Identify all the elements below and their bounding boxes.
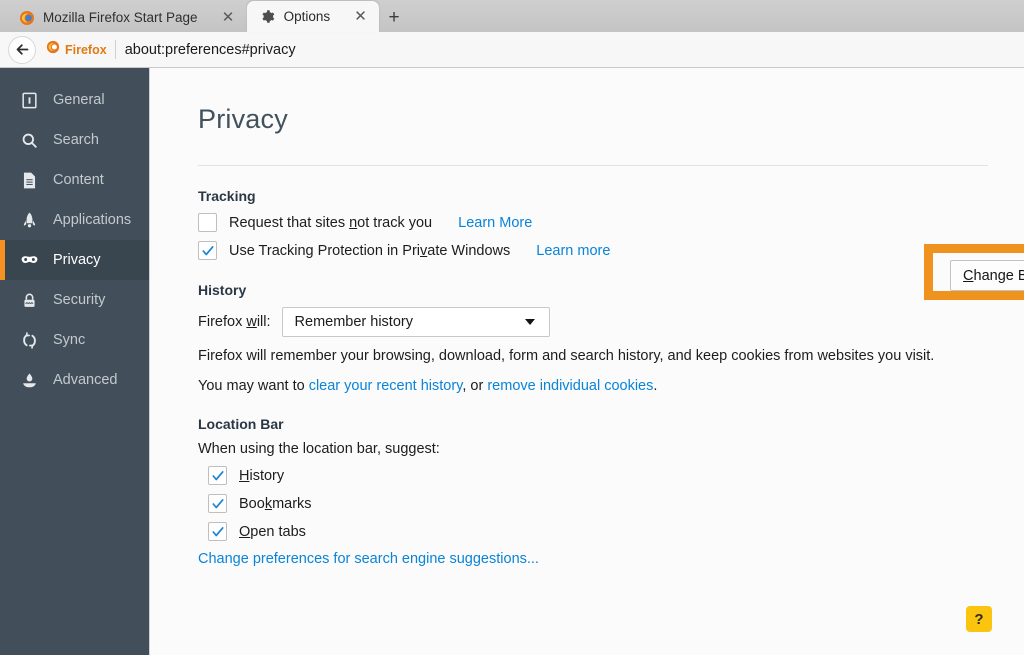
change-block-list-button[interactable]: Change Block List <box>950 260 1024 291</box>
access-key: O <box>239 523 251 540</box>
tab-strip: Mozilla Firefox Start Page ✕ Options ✕ + <box>0 0 1024 32</box>
general-icon <box>18 89 40 111</box>
dnt-row: Request that sites not track you Learn M… <box>198 213 988 232</box>
navigation-bar: Firefox about:preferences#privacy <box>0 32 1024 68</box>
tracking-protection-learn-more-link[interactable]: Learn more <box>536 243 610 259</box>
close-icon[interactable]: ✕ <box>220 9 237 26</box>
sidebar-item-label: Advanced <box>53 372 118 388</box>
tab-start-page[interactable]: Mozilla Firefox Start Page ✕ <box>6 3 247 32</box>
search-icon <box>18 129 40 151</box>
preferences-content: Privacy Tracking Request that sites not … <box>150 68 1024 655</box>
remove-individual-cookies-link[interactable]: remove individual cookies <box>487 378 653 394</box>
tab-options[interactable]: Options ✕ <box>246 1 380 32</box>
location-bar-section: Location Bar When using the location bar… <box>198 416 988 567</box>
firefox-logo-icon <box>46 40 60 59</box>
suggest-history-label: History <box>239 467 285 484</box>
suggest-open-tabs-checkbox[interactable] <box>208 522 227 541</box>
sidebar-item-general[interactable]: General <box>0 80 149 120</box>
site-identity-badge[interactable]: Firefox <box>46 40 116 59</box>
dnt-learn-more-link[interactable]: Learn More <box>458 215 532 231</box>
history-description: Firefox will remember your browsing, dow… <box>198 348 935 364</box>
tracking-section: Tracking Request that sites not track yo… <box>198 188 988 260</box>
tracking-protection-label: Use Tracking Protection in Private Windo… <box>229 242 511 259</box>
content-icon <box>18 169 40 191</box>
sidebar-item-security[interactable]: Security <box>0 280 149 320</box>
tracking-protection-row: Use Tracking Protection in Private Windo… <box>198 241 988 260</box>
suggest-open-tabs-row: Open tabs <box>208 522 988 541</box>
location-bar-heading: Location Bar <box>198 416 284 432</box>
suggest-history-row: History <box>208 466 988 485</box>
lock-icon <box>18 289 40 311</box>
sidebar-item-label: Content <box>53 172 104 188</box>
history-mode-label: Firefox will: <box>198 314 271 330</box>
dnt-checkbox[interactable] <box>198 213 217 232</box>
new-tab-button[interactable]: + <box>379 3 409 32</box>
sidebar-item-label: Applications <box>53 212 132 228</box>
preferences-sidebar: General Search Content Applications Priv… <box>0 68 150 655</box>
sidebar-item-label: Security <box>53 292 106 308</box>
access-key: C <box>963 267 974 284</box>
clear-recent-history-link[interactable]: clear your recent history <box>309 378 463 394</box>
sidebar-item-privacy[interactable]: Privacy <box>0 240 149 280</box>
sidebar-item-sync[interactable]: Sync <box>0 320 149 360</box>
suggest-bookmarks-label: Bookmarks <box>239 495 312 512</box>
history-footer: You may want to clear your recent histor… <box>198 378 658 394</box>
suggest-open-tabs-label: Open tabs <box>239 523 306 540</box>
sidebar-item-search[interactable]: Search <box>0 120 149 160</box>
mask-icon <box>18 249 40 271</box>
tab-title: Mozilla Firefox Start Page <box>43 10 198 25</box>
close-icon[interactable]: ✕ <box>352 8 369 25</box>
change-block-list-label: Change Block List <box>963 267 1024 284</box>
sidebar-item-label: Privacy <box>53 252 101 268</box>
history-heading: History <box>198 282 247 298</box>
access-key: k <box>264 495 273 512</box>
history-section: History Firefox will: Remember history F… <box>198 282 988 394</box>
location-bar-lead: When using the location bar, suggest: <box>198 441 440 457</box>
identity-label: Firefox <box>65 42 107 57</box>
url-input[interactable]: about:preferences#privacy <box>125 42 296 58</box>
sidebar-item-advanced[interactable]: Advanced <box>0 360 149 400</box>
sidebar-item-label: Sync <box>53 332 86 348</box>
suggest-bookmarks-checkbox[interactable] <box>208 494 227 513</box>
dnt-label: Request that sites not track you <box>229 214 433 231</box>
tracking-heading: Tracking <box>198 188 256 204</box>
sidebar-item-applications[interactable]: Applications <box>0 200 149 240</box>
sync-icon <box>18 329 40 351</box>
browser-chrome: Mozilla Firefox Start Page ✕ Options ✕ + <box>0 0 1024 68</box>
firefox-logo-icon <box>18 9 35 26</box>
access-key: H <box>239 467 250 484</box>
suggest-history-checkbox[interactable] <box>208 466 227 485</box>
app-shell: General Search Content Applications Priv… <box>0 68 1024 655</box>
title-divider <box>198 165 988 166</box>
rocket-icon <box>18 209 40 231</box>
sidebar-item-label: General <box>53 92 105 108</box>
access-key: w <box>246 314 257 330</box>
sidebar-item-label: Search <box>53 132 99 148</box>
access-key: n <box>349 214 358 231</box>
suggest-bookmarks-row: Bookmarks <box>208 494 988 513</box>
help-button[interactable]: ? <box>966 606 992 632</box>
history-mode-selected-value: Remember history <box>294 314 413 330</box>
sidebar-item-content[interactable]: Content <box>0 160 149 200</box>
page-title: Privacy <box>198 104 288 134</box>
search-engine-suggestions-link[interactable]: Change preferences for search engine sug… <box>198 551 988 567</box>
tab-title: Options <box>283 9 331 24</box>
back-button[interactable] <box>8 35 36 64</box>
gear-icon <box>259 8 276 25</box>
history-mode-select[interactable]: Remember history <box>281 307 550 337</box>
tracking-protection-checkbox[interactable] <box>198 241 217 260</box>
history-mode-row: Firefox will: Remember history <box>198 307 988 337</box>
flask-icon <box>18 369 40 391</box>
chevron-down-icon <box>524 319 535 325</box>
